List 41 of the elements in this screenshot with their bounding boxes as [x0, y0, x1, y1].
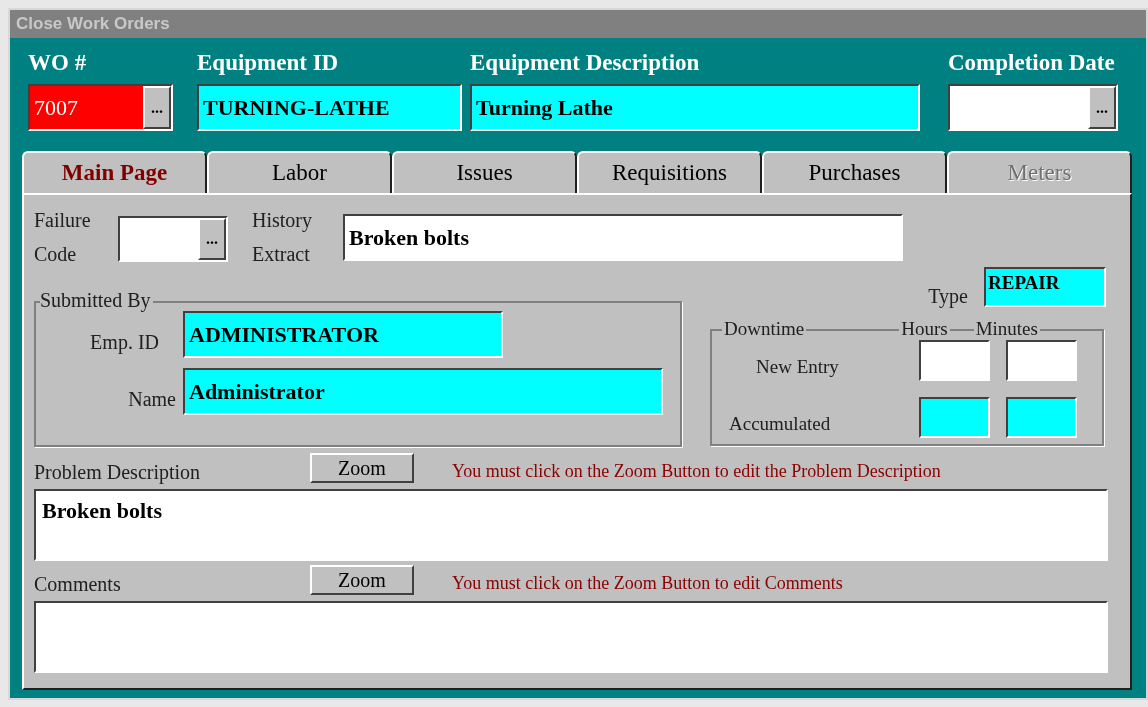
text-field[interactable]: Broken bolts [343, 214, 903, 261]
field-label: Type [928, 284, 968, 310]
number-field[interactable] [919, 397, 990, 438]
field-label: Accumulated [728, 411, 832, 436]
lookup-field[interactable]: 7007 ... [28, 84, 173, 131]
field-label: WO # [28, 49, 88, 77]
field-label: Comments [34, 572, 122, 597]
zoom-button[interactable]: Zoom [310, 453, 414, 483]
lookup-button[interactable]: ... [143, 86, 171, 129]
lookup-field[interactable]: ... [118, 216, 228, 262]
tab[interactable]: Purchases [762, 151, 947, 193]
lookup-button[interactable]: ... [1088, 86, 1116, 129]
lookup-field[interactable]: ... [948, 84, 1118, 131]
lookup-button[interactable]: ... [198, 218, 226, 260]
memo-field[interactable] [34, 601, 1108, 673]
zoom-button[interactable]: Zoom [310, 565, 414, 595]
field-label: Completion Date [948, 49, 1116, 77]
text-field[interactable]: Turning Lathe [470, 84, 920, 131]
text-field[interactable]: TURNING-LATHE [197, 84, 462, 131]
tab[interactable]: Requisitions [577, 151, 762, 193]
note-text: You must click on the Zoom Button to edit the Problem Description [452, 460, 941, 483]
field-label: Name [127, 386, 177, 412]
tab[interactable]: Main Page [22, 151, 207, 193]
field-label: Equipment ID [197, 49, 340, 77]
text-field[interactable]: ADMINISTRATOR [183, 311, 503, 358]
tab[interactable]: Issues [392, 151, 577, 193]
field-label: Equipment Description [470, 49, 701, 77]
field-label: Problem Description [34, 460, 202, 485]
number-field[interactable] [1006, 397, 1077, 438]
number-field[interactable] [919, 340, 990, 381]
memo-field[interactable]: Broken bolts [34, 489, 1108, 561]
tab[interactable]: Labor [207, 151, 392, 193]
field-label: Emp. ID [89, 329, 160, 356]
field-label: New Entry [755, 354, 840, 379]
window-title: Close Work Orders [10, 10, 1146, 38]
text-field[interactable]: Administrator [183, 368, 663, 415]
number-field[interactable] [1006, 340, 1077, 381]
text-field[interactable]: REPAIR [984, 267, 1106, 307]
field-label: History Extract [252, 208, 313, 267]
field-label: Failure Code [34, 208, 92, 267]
note-text: You must click on the Zoom Button to edit Comments [452, 572, 843, 595]
